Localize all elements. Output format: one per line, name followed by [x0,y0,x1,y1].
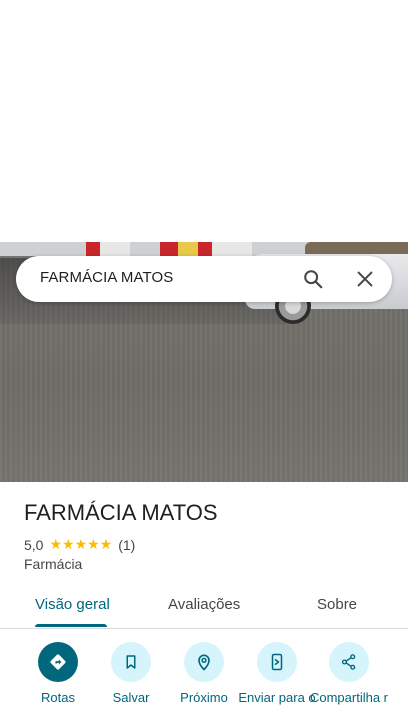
directions-label: Rotas [41,690,75,705]
save-button[interactable]: Salvar [91,642,171,706]
rating-value: 5,0 [24,536,44,553]
share-icon [341,654,356,670]
send-to-phone-icon [271,653,283,671]
place-title: FARMÁCIA MATOS [24,500,218,525]
send-to-phone-label: Enviar para o [238,690,316,705]
directions-icon [50,654,66,670]
nearby-label: Próximo [180,690,228,705]
bookmark-icon [126,655,136,669]
close-icon[interactable] [354,268,376,290]
tab-bar: Visão geral Avaliações Sobre [0,584,408,629]
tab-reviews[interactable]: Avaliações [168,596,240,613]
place-category: Farmácia [24,556,83,572]
directions-button[interactable]: Rotas [18,642,98,706]
tab-about[interactable]: Sobre [317,596,357,613]
tab-indicator [35,624,107,627]
search-bar[interactable]: FARMÁCIA MATOS [16,256,392,302]
nearby-button[interactable]: Próximo [164,642,244,706]
share-label: Compartilha r [309,690,389,705]
send-to-phone-button[interactable]: Enviar para o [237,642,317,706]
search-icon[interactable] [302,268,324,290]
search-input[interactable]: FARMÁCIA MATOS [40,269,173,286]
share-button[interactable]: Compartilha r [309,642,389,706]
rating-row[interactable]: 5,0 ★★★★★ (1) [24,536,135,553]
star-rating-icon: ★★★★★ [49,536,113,552]
nearby-icon [198,654,210,671]
save-label: Salvar [112,690,150,705]
review-count[interactable]: (1) [118,537,135,553]
tab-overview[interactable]: Visão geral [35,596,110,613]
